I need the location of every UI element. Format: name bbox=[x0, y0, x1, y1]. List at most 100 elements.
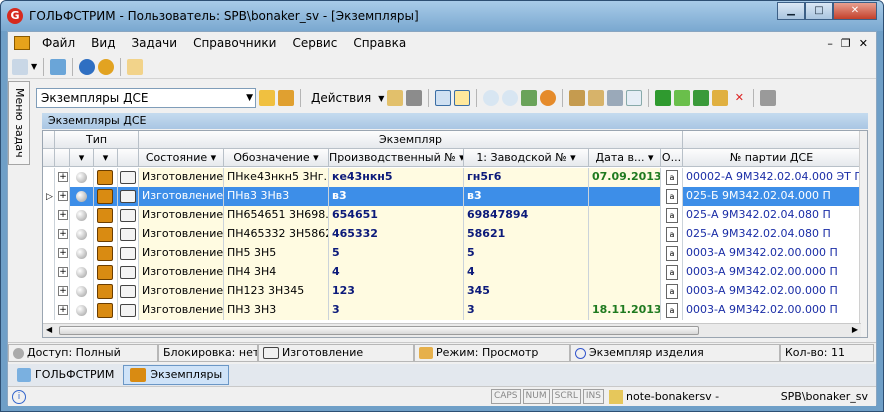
expand-icon[interactable]: + bbox=[58, 172, 68, 182]
cell-state[interactable]: Изготовление bbox=[139, 168, 224, 187]
mdi-restore-icon[interactable]: ❐ bbox=[841, 37, 851, 50]
expand-icon[interactable]: + bbox=[58, 267, 68, 277]
document-icon[interactable]: a bbox=[666, 189, 678, 204]
cell-batch[interactable]: 0003-А 9М342.02.00.000 П bbox=[683, 301, 861, 320]
cell-designation[interactable]: ПН4 3Н4 bbox=[224, 263, 329, 282]
row-indicator[interactable] bbox=[43, 282, 55, 301]
cell-prod-no[interactable]: 5 bbox=[329, 244, 464, 263]
col-factory-no[interactable]: 1: Заводской № ▾ bbox=[464, 149, 589, 167]
cell-factory-no[interactable]: 3 bbox=[464, 301, 589, 320]
mdi-close-icon[interactable]: ✕ bbox=[859, 37, 868, 50]
document-icon[interactable]: a bbox=[666, 284, 678, 299]
cell-batch[interactable]: 00002-А 9М342.02.04.000 ЭТ П bbox=[683, 168, 861, 187]
task-golfstream[interactable]: ГОЛЬФСТРИМ bbox=[10, 365, 121, 385]
note-icon[interactable] bbox=[712, 90, 729, 106]
row-indicator[interactable] bbox=[43, 206, 55, 225]
cell-prod-no[interactable]: 123 bbox=[329, 282, 464, 301]
app-menu-icon[interactable] bbox=[14, 36, 30, 50]
table-row[interactable]: Изготовление ПН4 3Н4 4 4 0003-А 9М342.02.00.… bbox=[43, 263, 861, 282]
cell-date[interactable] bbox=[589, 187, 661, 206]
horizontal-scrollbar[interactable]: ◀ ▶ bbox=[43, 323, 861, 337]
print-icon[interactable] bbox=[607, 90, 624, 106]
table-row[interactable]: Изготовление ПН123 3Н345 123 345 0003-А 9М34… bbox=[43, 282, 861, 301]
document-icon[interactable]: a bbox=[666, 208, 678, 223]
row-indicator[interactable] bbox=[43, 225, 55, 244]
menu-help[interactable]: Справка bbox=[345, 32, 414, 54]
task-menu-tab[interactable]: Меню задач bbox=[8, 81, 30, 165]
maximize-button[interactable]: □ bbox=[805, 2, 833, 20]
chevron-down-icon[interactable]: ▼ bbox=[246, 89, 253, 107]
row-indicator[interactable] bbox=[43, 301, 55, 320]
search-icon[interactable] bbox=[483, 90, 500, 106]
document-icon[interactable]: a bbox=[666, 303, 678, 318]
cell-factory-no[interactable]: 345 bbox=[464, 282, 589, 301]
cell-designation[interactable]: ПН465332 3Н58621 bbox=[224, 225, 329, 244]
table-row[interactable]: Изготовление ПН3 3Н3 3 3 18.11.2013 0003-А 9М… bbox=[43, 301, 861, 320]
row-indicator[interactable] bbox=[43, 263, 55, 282]
cell-designation[interactable]: ПН3 3Н3 bbox=[224, 301, 329, 320]
cell-batch[interactable]: 025-Б 9М342.02.04.000 П bbox=[683, 187, 861, 206]
cell-prod-no[interactable]: 4 bbox=[329, 263, 464, 282]
cell-date[interactable] bbox=[589, 263, 661, 282]
menu-file[interactable]: Файл bbox=[34, 32, 83, 54]
document-icon[interactable]: a bbox=[666, 170, 678, 185]
attach-icon[interactable] bbox=[569, 90, 586, 106]
tools-icon[interactable] bbox=[50, 58, 67, 75]
expand-icon[interactable]: + bbox=[58, 229, 68, 239]
menu-references[interactable]: Справочники bbox=[185, 32, 284, 54]
cell-designation[interactable]: ПН123 3Н345 bbox=[224, 282, 329, 301]
cell-date[interactable] bbox=[589, 225, 661, 244]
table-view-icon[interactable] bbox=[454, 90, 471, 106]
expand-icon[interactable]: + bbox=[58, 286, 68, 296]
expand-icon[interactable]: + bbox=[58, 191, 68, 201]
table-row[interactable]: ▷ Изготовление ПНв3 3Нв3 в3 в3 025-Б 9М342.02… bbox=[43, 187, 861, 206]
col-prod-no[interactable]: Производственный № ▾ bbox=[329, 149, 464, 167]
filter2-icon[interactable] bbox=[278, 90, 294, 106]
menu-service[interactable]: Сервис bbox=[284, 32, 345, 54]
menu-view[interactable]: Вид bbox=[83, 32, 123, 54]
cell-prod-no[interactable]: 654651 bbox=[329, 206, 464, 225]
bookmark-icon[interactable] bbox=[760, 90, 777, 106]
cell-factory-no[interactable]: в3 bbox=[464, 187, 589, 206]
cell-date[interactable] bbox=[589, 282, 661, 301]
cell-state[interactable]: Изготовление bbox=[139, 263, 224, 282]
document-icon[interactable]: a bbox=[666, 246, 678, 261]
exit-icon[interactable] bbox=[127, 58, 144, 75]
refresh-icon[interactable] bbox=[12, 58, 28, 75]
col-batch[interactable]: № партии ДСЕ bbox=[683, 149, 861, 167]
col-o[interactable]: О... bbox=[661, 149, 683, 167]
search-next-icon[interactable] bbox=[502, 90, 519, 106]
tree-icon[interactable] bbox=[521, 90, 538, 106]
cell-prod-no[interactable]: в3 bbox=[329, 187, 464, 206]
col-state[interactable]: Состояние ▾ bbox=[139, 149, 224, 167]
document-icon[interactable]: a bbox=[666, 265, 678, 280]
table-row[interactable]: Изготовление ПНке43нкн5 3Нг... ке43нкн5 гн5… bbox=[43, 168, 861, 187]
type-filter-1[interactable]: ▾ bbox=[70, 149, 94, 167]
expand-icon[interactable]: + bbox=[58, 210, 68, 220]
cell-factory-no[interactable]: 69847894 bbox=[464, 206, 589, 225]
cell-batch[interactable]: 025-А 9М342.02.04.080 П bbox=[683, 225, 861, 244]
help-icon[interactable] bbox=[79, 58, 96, 75]
cell-factory-no[interactable]: 5 bbox=[464, 244, 589, 263]
book-icon[interactable] bbox=[674, 90, 691, 106]
table-row[interactable]: Изготовление ПН5 3Н5 5 5 0003-А 9М342.02.00.… bbox=[43, 244, 861, 263]
row-indicator[interactable]: ▷ bbox=[43, 187, 55, 206]
table-row[interactable]: Изготовление ПН465332 3Н58621 465332 58621 0… bbox=[43, 225, 861, 244]
grid-view-icon[interactable] bbox=[435, 90, 452, 106]
cell-batch[interactable]: 0003-А 9М342.02.00.000 П bbox=[683, 282, 861, 301]
minimize-button[interactable]: ▁ bbox=[777, 2, 805, 20]
cell-date[interactable] bbox=[589, 244, 661, 263]
cell-state[interactable]: Изготовление bbox=[139, 206, 224, 225]
cell-factory-no[interactable]: гн5г6 bbox=[464, 168, 589, 187]
row-indicator[interactable] bbox=[43, 244, 55, 263]
task-instances[interactable]: Экземпляры bbox=[123, 365, 230, 385]
delete-icon[interactable]: ✕ bbox=[731, 90, 747, 106]
cell-state[interactable]: Изготовление bbox=[139, 225, 224, 244]
chevron-down-icon[interactable]: ▼ bbox=[31, 62, 37, 71]
cell-designation[interactable]: ПН654651 3Н698... bbox=[224, 206, 329, 225]
cell-state[interactable]: Изготовление bbox=[139, 282, 224, 301]
cell-prod-no[interactable]: 3 bbox=[329, 301, 464, 320]
cell-designation[interactable]: ПНке43нкн5 3Нг... bbox=[224, 168, 329, 187]
expand-icon[interactable]: + bbox=[58, 305, 68, 315]
scroll-left-icon[interactable]: ◀ bbox=[46, 325, 52, 334]
